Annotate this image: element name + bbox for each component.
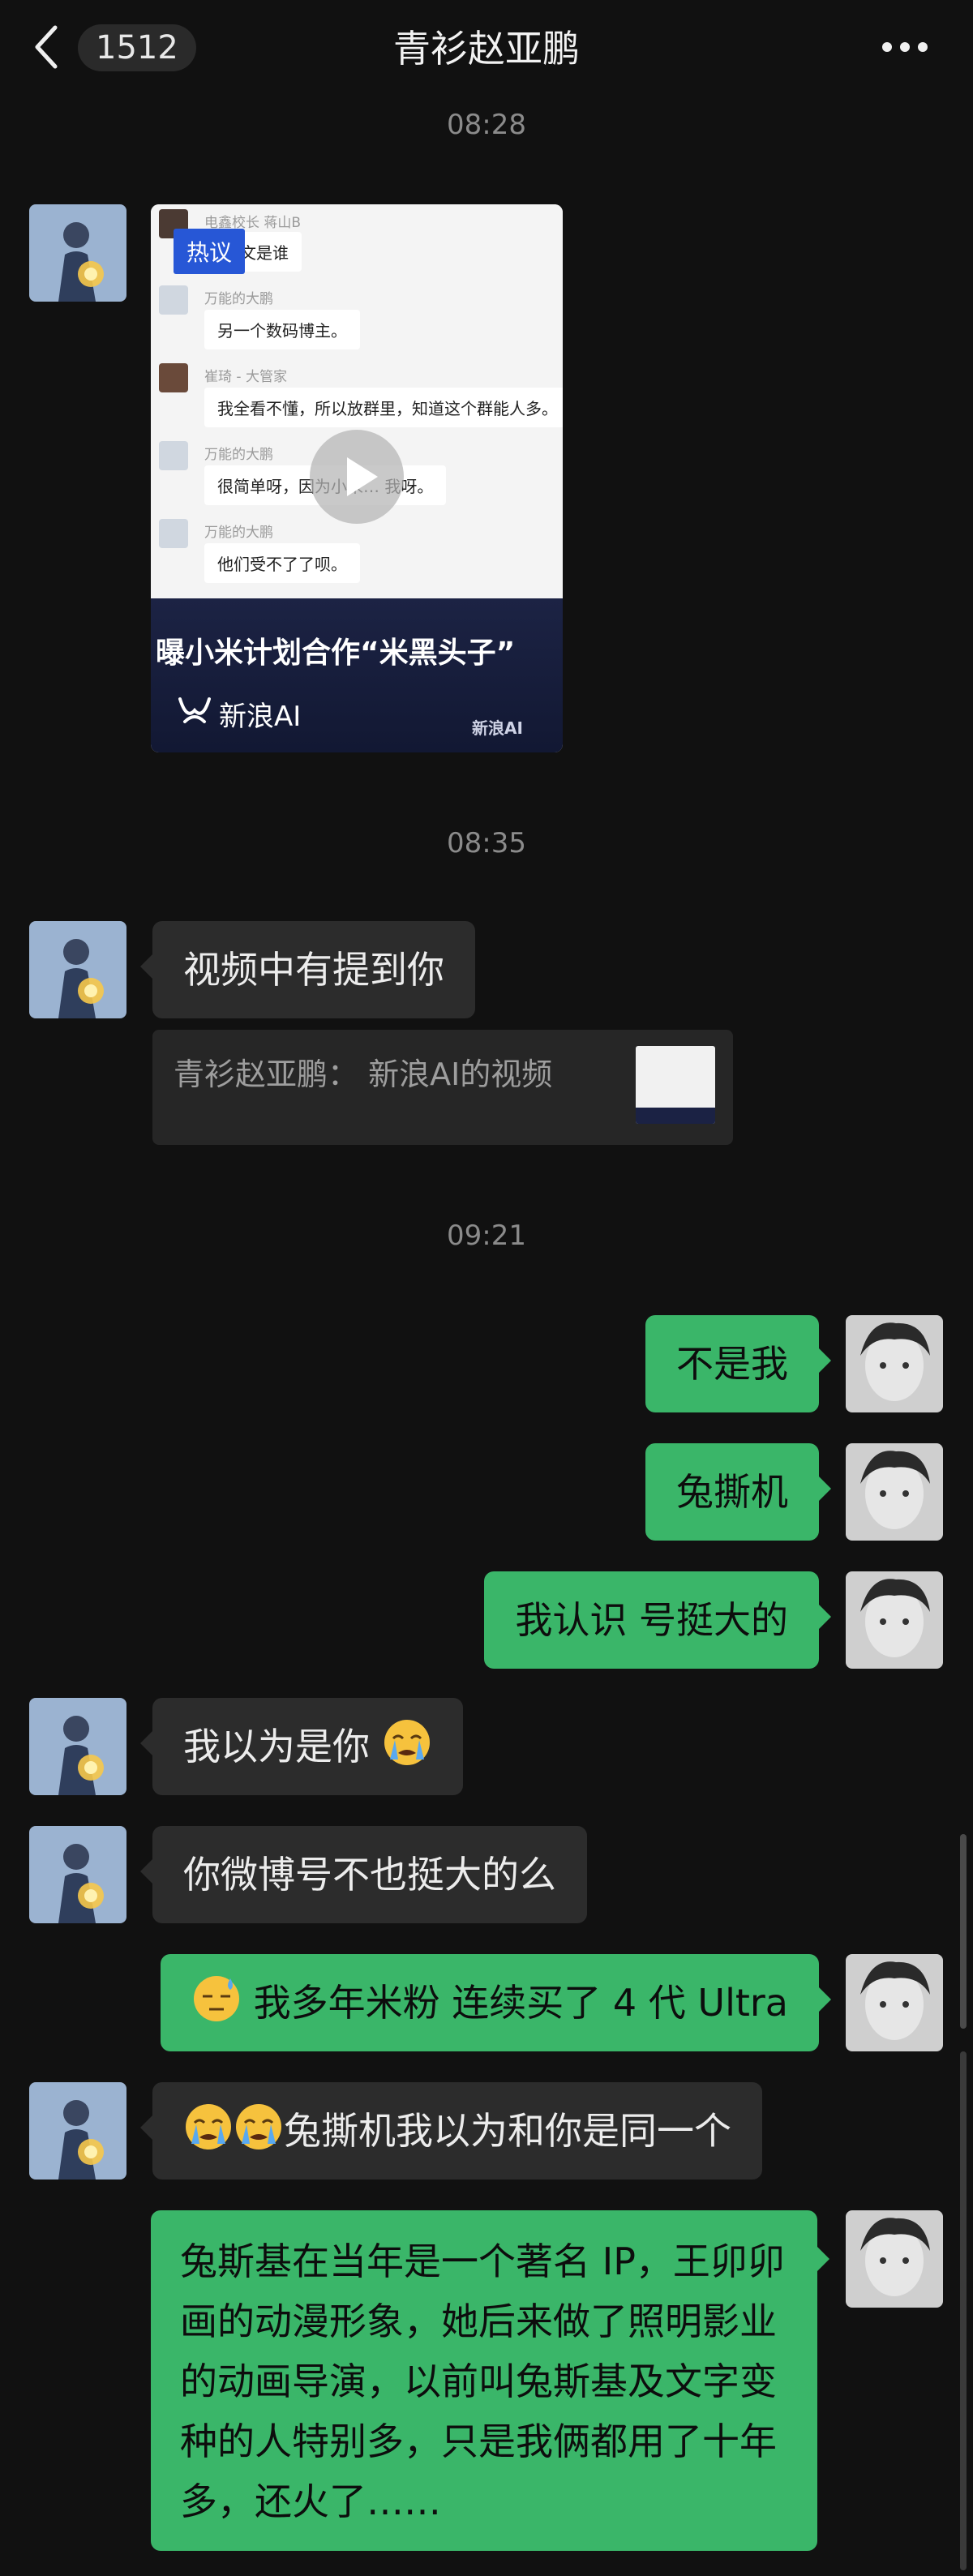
- outgoing-message[interactable]: 我多年米粉 连续买了 4 代 Ultra: [161, 1954, 831, 2051]
- video-headline: 曝小米计划合作“米黑头子”: [156, 636, 516, 670]
- video-thumbnail: 电鑫校长 蒋山B 文是谁 热议 万能的大鹏 另一个数码博主。 崔琦 - 大管家 …: [151, 204, 563, 598]
- video-brand: 新浪AI: [219, 701, 302, 733]
- incoming-message[interactable]: 兔撕机我以为和你是同一个: [140, 2082, 762, 2180]
- thumb-chat-name: 万能的大鹏: [204, 525, 273, 541]
- thumb-chat-message: 他们受不了了呗。: [204, 543, 360, 583]
- thumb-chat-message: 我全看不懂，所以放群里，知道这个群能人多。: [204, 388, 563, 427]
- my-avatar[interactable]: [846, 1315, 943, 1412]
- contact-avatar[interactable]: [29, 2082, 126, 2180]
- message-text: 我认识 号挺大的: [515, 1598, 788, 1642]
- timestamp: 08:35: [447, 827, 526, 859]
- incoming-message[interactable]: 我以为是你: [140, 1698, 463, 1795]
- outgoing-message[interactable]: 不是我: [645, 1315, 831, 1412]
- scrollbar[interactable]: [960, 1834, 967, 2029]
- my-avatar[interactable]: [846, 1571, 943, 1669]
- timestamp: 09:21: [447, 1219, 526, 1252]
- contact-avatar[interactable]: [29, 1826, 126, 1923]
- my-avatar[interactable]: [846, 1443, 943, 1541]
- outgoing-message[interactable]: 我认识 号挺大的: [484, 1571, 831, 1669]
- quote-video-thumbnail: [636, 1046, 715, 1124]
- loudly-crying-emoji-icon: [236, 2104, 281, 2150]
- sweat-smile-emoji-icon: [194, 1976, 240, 2021]
- thumb-chat-message: 另一个数码博主。: [204, 310, 360, 349]
- incoming-message[interactable]: 视频中有提到你: [140, 921, 475, 1018]
- message-text: 兔撕机: [676, 1470, 788, 1514]
- outgoing-long-message[interactable]: 兔斯基在当年是一个著名 IP，王卯卯画的动漫形象，她后来做了照明影业的动画导演，…: [151, 2210, 829, 2551]
- sina-ai-logo-icon: [178, 697, 211, 723]
- video-corner-watermark: 新浪AI: [472, 718, 523, 738]
- thumb-chat-name: 崔琦 - 大管家: [204, 369, 287, 385]
- scrollbar-track: [960, 2051, 967, 2570]
- loudly-crying-emoji-icon: [186, 2104, 231, 2150]
- play-icon[interactable]: [310, 430, 404, 524]
- more-dots-icon[interactable]: [882, 42, 928, 54]
- message-text: 我多年米粉 连续买了 4 代 Ultra: [253, 1981, 788, 2025]
- incoming-message[interactable]: 你微博号不也挺大的么: [140, 1826, 587, 1923]
- my-avatar[interactable]: [846, 1954, 943, 2051]
- thumb-chat-name: 万能的大鹏: [204, 291, 273, 307]
- timestamp: 08:28: [447, 109, 526, 141]
- my-avatar[interactable]: [846, 2210, 943, 2308]
- thumb-chat-name: 万能的大鹏: [204, 447, 273, 463]
- hot-label: 热议: [174, 229, 246, 274]
- contact-avatar[interactable]: [29, 1698, 126, 1795]
- message-text: 视频中有提到你: [183, 948, 444, 992]
- contact-avatar[interactable]: [29, 921, 126, 1018]
- outgoing-message[interactable]: 兔撕机: [645, 1443, 831, 1541]
- message-text: 兔撕机我以为和你是同一个: [284, 2109, 731, 2153]
- loudly-crying-emoji-icon: [384, 1720, 430, 1765]
- contact-avatar[interactable]: [29, 204, 126, 302]
- message-text: 不是我: [676, 1342, 788, 1386]
- message-text: 你微博号不也挺大的么: [183, 1853, 556, 1897]
- quoted-message[interactable]: 青衫赵亚鹏： 新浪AI的视频: [152, 1030, 733, 1145]
- message-text: 兔斯基在当年是一个著名 IP，王卯卯画的动漫形象，她后来做了照明影业的动画导演，…: [180, 2240, 785, 2523]
- video-message-card[interactable]: 电鑫校长 蒋山B 文是谁 热议 万能的大鹏 另一个数码博主。 崔琦 - 大管家 …: [151, 204, 563, 752]
- video-caption-bar: 曝小米计划合作“米黑头子” 新浪AI 新浪AI: [151, 598, 563, 752]
- message-text: 我以为是你: [183, 1725, 370, 1768]
- quote-text: 青衫赵亚鹏： 新浪AI的视频: [174, 1057, 553, 1092]
- chat-title: 青衫赵亚鹏: [393, 27, 580, 71]
